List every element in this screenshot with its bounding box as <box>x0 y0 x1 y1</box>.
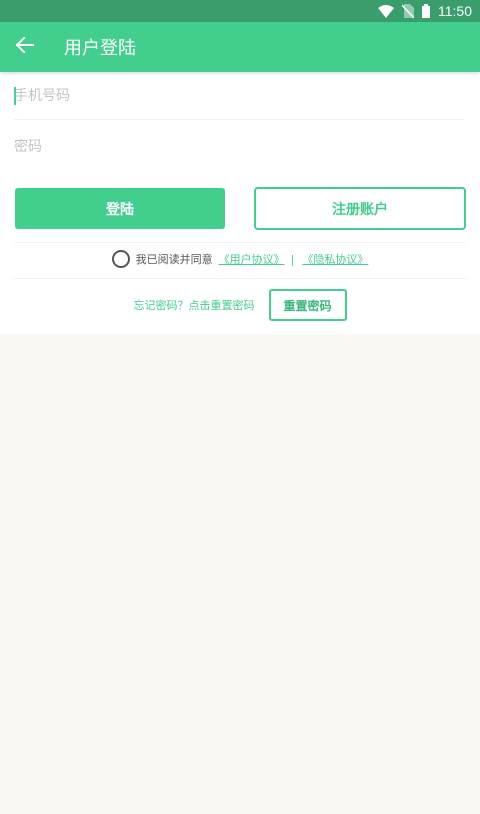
agreement-text: 我已阅读并同意 <box>135 253 213 266</box>
password-input[interactable] <box>14 139 464 155</box>
forgot-password-text: 忘记密码？点击重置密码 <box>133 299 255 312</box>
wifi-icon <box>378 4 394 18</box>
reset-password-button[interactable]: 重置密码 <box>268 289 347 321</box>
forgot-password-row: 忘记密码？点击重置密码 重置密码 <box>0 288 480 322</box>
login-button[interactable]: 登陆 <box>15 188 225 229</box>
agree-radio[interactable] <box>111 250 130 268</box>
agreement-row: 我已阅读并同意 《用户协议》 | 《隐私协议》 <box>0 244 480 274</box>
phone-input[interactable] <box>14 87 464 104</box>
back-button[interactable] <box>0 22 50 72</box>
divider <box>14 242 466 243</box>
page-title: 用户登陆 <box>64 38 136 59</box>
privacy-policy-link[interactable]: 《隐私协议》 <box>302 251 368 267</box>
app-bar: 用户登陆 <box>0 22 480 72</box>
battery-icon <box>422 4 430 18</box>
status-bar: 11:50 <box>0 0 480 22</box>
phone-field-row <box>14 72 464 120</box>
password-field-row <box>14 123 464 171</box>
agreement-separator: | <box>290 252 295 266</box>
arrow-left-icon <box>15 36 34 57</box>
status-time: 11:50 <box>438 3 472 19</box>
register-button[interactable]: 注册账户 <box>254 187 466 230</box>
divider <box>14 278 466 279</box>
login-panel: 登陆 注册账户 我已阅读并同意 《用户协议》 | 《隐私协议》 忘记密码？点击重… <box>0 72 480 334</box>
no-sim-icon <box>402 4 414 18</box>
user-agreement-link[interactable]: 《用户协议》 <box>219 251 285 267</box>
